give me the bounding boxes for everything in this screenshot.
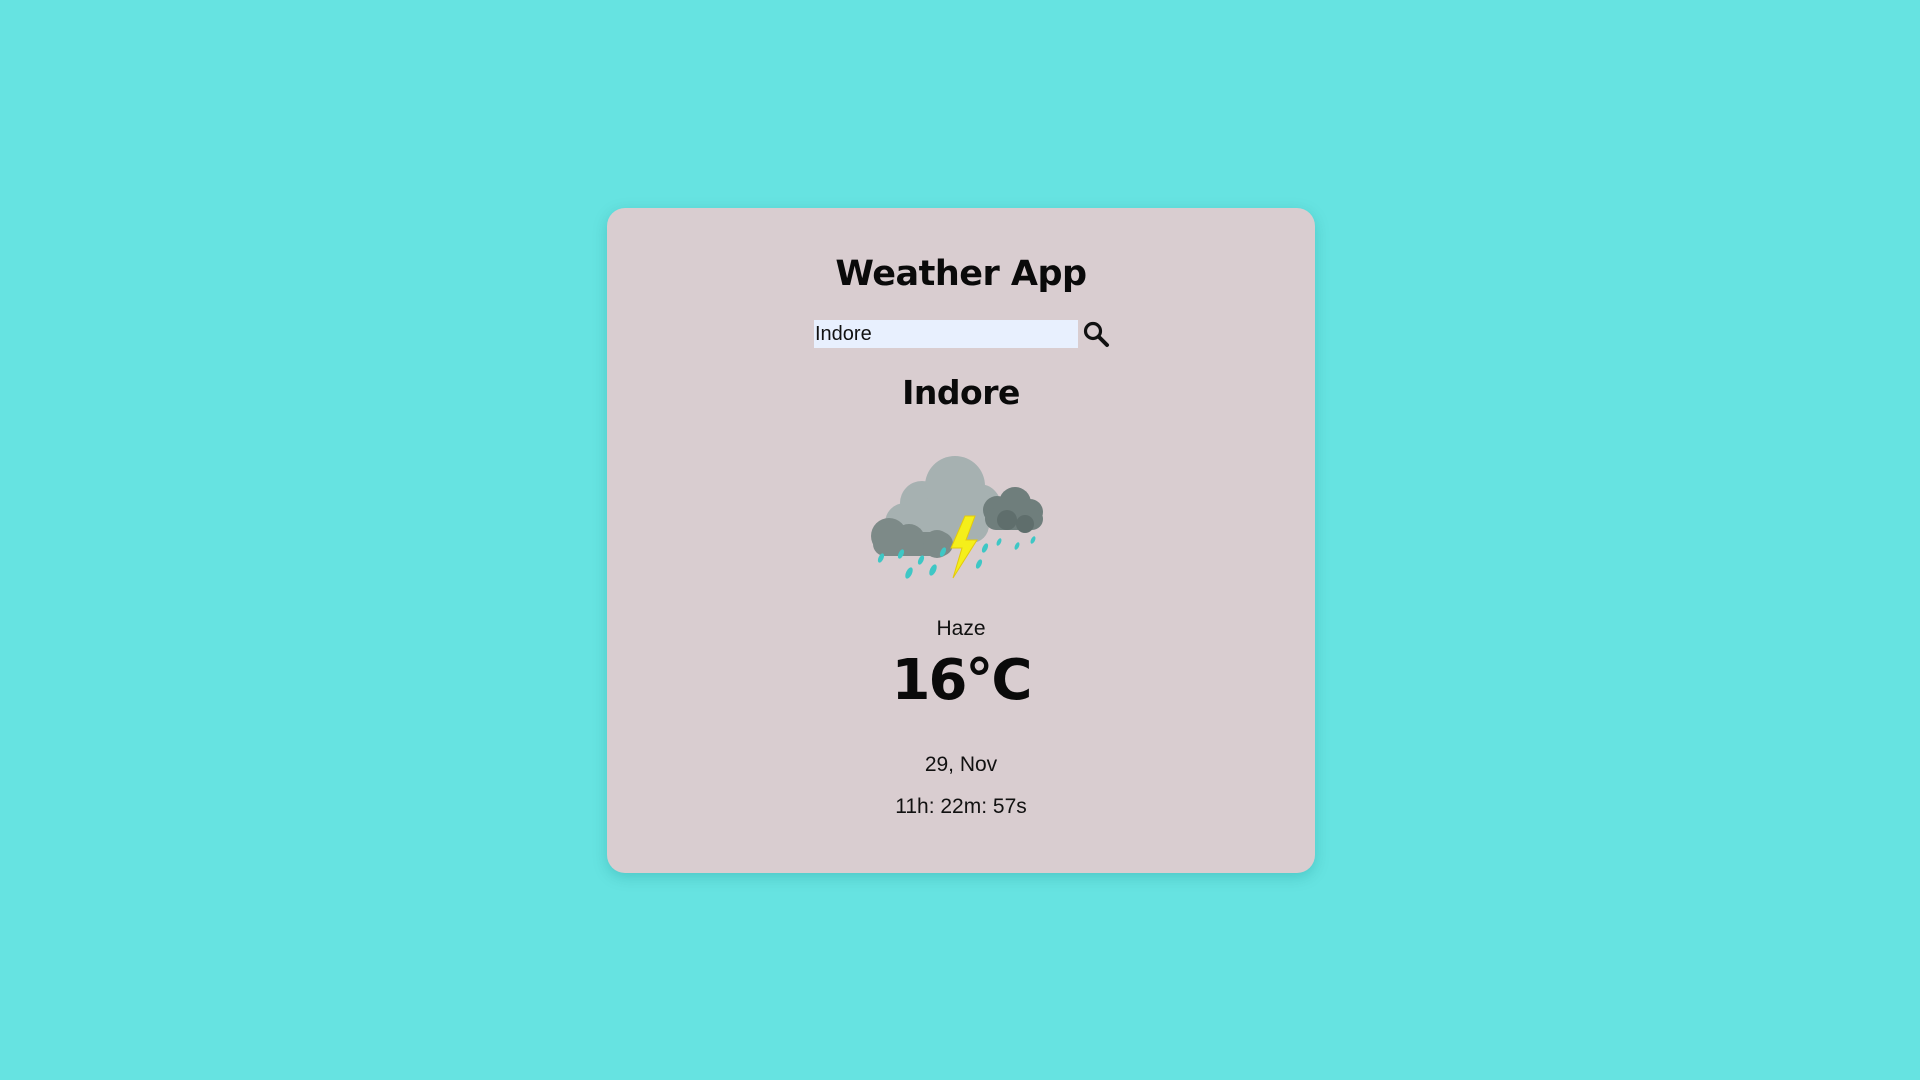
weather-card: Weather App Indore Indore Haze 16°C 29, … bbox=[607, 208, 1315, 873]
temperature: 16°C bbox=[891, 648, 1032, 713]
search-icon bbox=[1083, 321, 1109, 347]
weather-condition: Haze bbox=[936, 617, 986, 640]
time-text: 11h: 22m: 57s bbox=[895, 795, 1027, 818]
thunderstorm-rain-icon bbox=[871, 456, 1043, 579]
search-bar bbox=[814, 319, 1112, 349]
search-input[interactable] bbox=[814, 320, 1078, 348]
app-title: Weather App bbox=[835, 254, 1087, 294]
search-button[interactable] bbox=[1080, 319, 1112, 349]
city-name: Indore bbox=[902, 373, 1020, 412]
date-text: 29, Nov bbox=[924, 753, 998, 776]
